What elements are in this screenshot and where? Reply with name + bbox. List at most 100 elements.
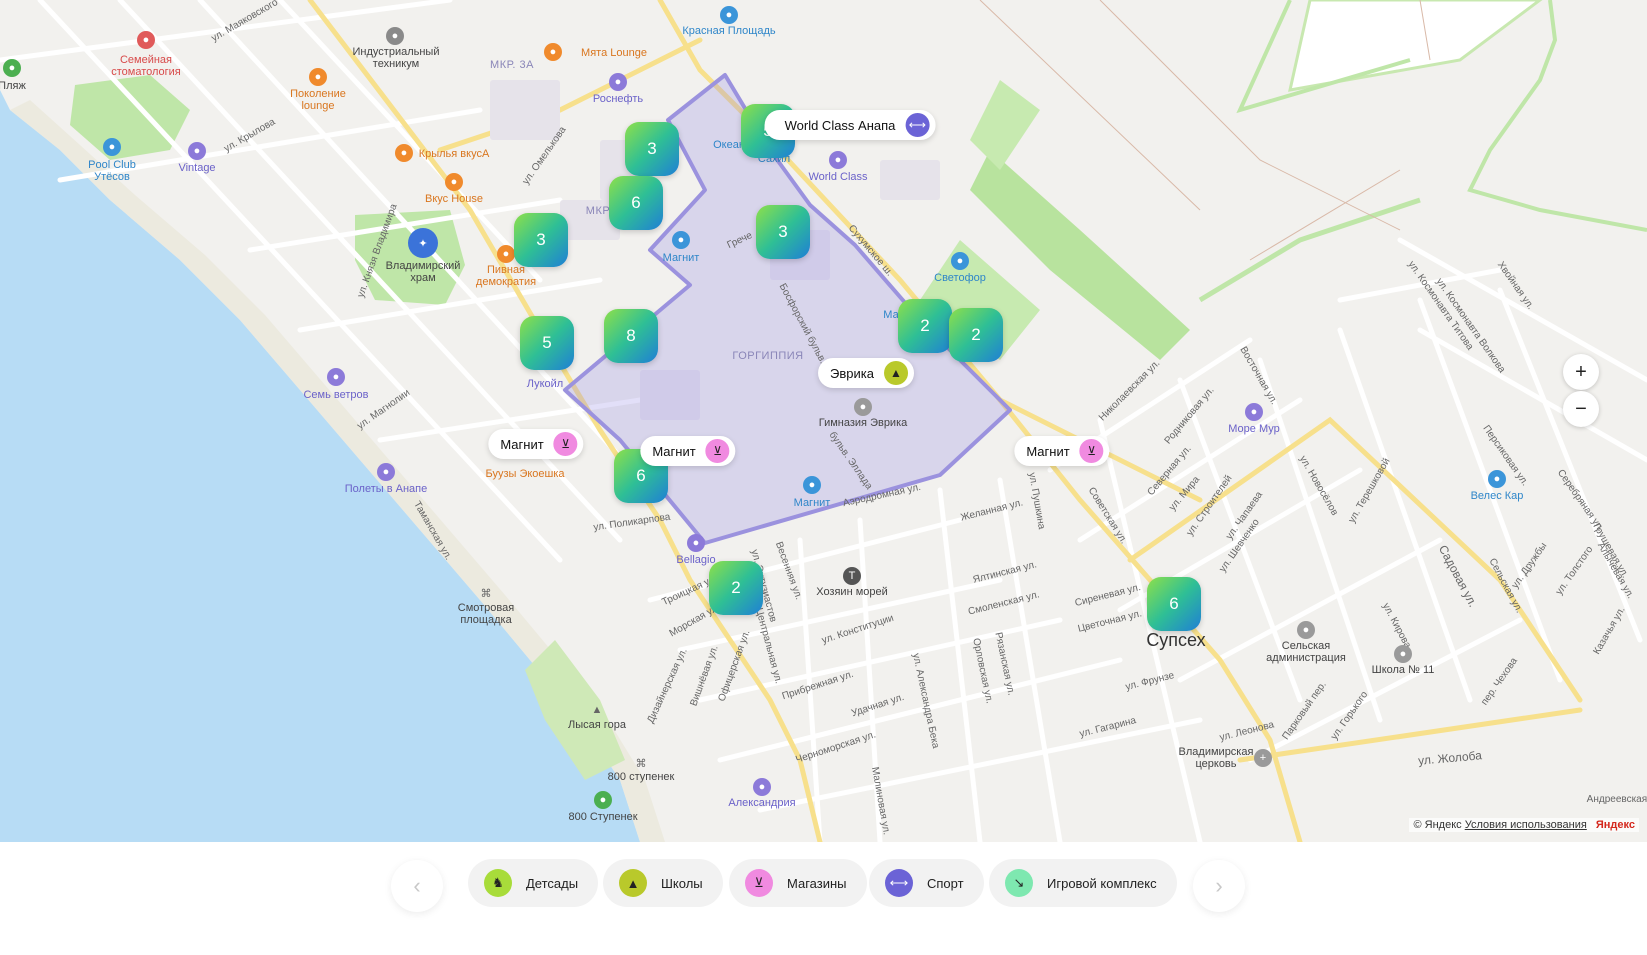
map-label: Светофор bbox=[934, 272, 986, 284]
map-label: 800 Ступенек bbox=[568, 811, 638, 823]
map-label: Магнит bbox=[662, 252, 700, 264]
cluster-marker[interactable]: 2 bbox=[898, 299, 952, 353]
poi-icon[interactable]: ● bbox=[327, 368, 345, 386]
cluster-marker[interactable]: 3 bbox=[514, 213, 568, 267]
dumbbell-icon[interactable]: ● bbox=[829, 151, 847, 169]
map-label: Vintage bbox=[178, 162, 216, 174]
school-icon[interactable]: ● bbox=[854, 398, 872, 416]
cluster-marker[interactable]: 2 bbox=[709, 561, 763, 615]
cluster-marker[interactable]: 3 bbox=[756, 205, 810, 259]
place-tag-magnit[interactable]: Магнит ⊻ bbox=[488, 429, 584, 459]
beach-icon[interactable]: ● bbox=[3, 59, 21, 77]
tool-icon[interactable]: T bbox=[843, 567, 861, 585]
street-label: Андреевская ул. bbox=[1586, 794, 1647, 805]
poi-icon[interactable]: ● bbox=[1245, 403, 1263, 421]
map-label: Владимирская церковь bbox=[1178, 746, 1254, 770]
zoom-in-button[interactable]: + bbox=[1563, 354, 1599, 390]
cluster-marker[interactable]: 8 bbox=[604, 309, 658, 363]
filter-chip-label: Школы bbox=[661, 875, 703, 891]
cluster-marker[interactable]: 3 bbox=[625, 122, 679, 176]
filter-chip-label: Детсады bbox=[526, 875, 579, 891]
map-label: Школа № 11 bbox=[1371, 664, 1435, 676]
poi-icon[interactable]: ● bbox=[1297, 621, 1315, 639]
poi-icon[interactable]: ● bbox=[309, 68, 327, 86]
basket-icon[interactable]: ● bbox=[803, 476, 821, 494]
cart-icon: ⊻ bbox=[553, 432, 578, 456]
cross-icon[interactable]: + bbox=[1254, 749, 1272, 767]
map[interactable]: Красная Площадь Мята Lounge Индустриальн… bbox=[0, 0, 1647, 842]
map-label: Лысая гора bbox=[568, 719, 626, 731]
poi-icon[interactable]: ● bbox=[103, 138, 121, 156]
poi-icon[interactable]: ● bbox=[377, 463, 395, 481]
place-tag-label: Магнит bbox=[1026, 443, 1070, 459]
poi-icon[interactable]: ● bbox=[1488, 470, 1506, 488]
dumbbell-icon: ⟷ bbox=[885, 869, 913, 897]
yandex-logo: Яндекс bbox=[1595, 819, 1635, 831]
poi-icon[interactable]: ● bbox=[497, 245, 515, 263]
place-tag-magnit[interactable]: Магнит ⊻ bbox=[640, 436, 736, 466]
map-label: Море Мур bbox=[1228, 423, 1280, 435]
cluster-marker[interactable]: 5 bbox=[520, 316, 574, 370]
poi-icon[interactable]: ● bbox=[594, 791, 612, 809]
dumbbell-icon: ⟷ bbox=[905, 113, 930, 137]
place-tag-world-class[interactable]: World Class Анапа ⟷ bbox=[764, 110, 936, 140]
filter-chip-shops[interactable]: ⊻ Магазины bbox=[729, 859, 867, 907]
poi-icon[interactable]: ● bbox=[544, 43, 562, 61]
binoculars-icon[interactable]: ⌘ bbox=[477, 584, 495, 602]
map-label: Смотровая площадка bbox=[457, 602, 515, 626]
poi-icon[interactable]: ● bbox=[1394, 645, 1412, 663]
map-label: Пляж bbox=[0, 80, 26, 92]
church-icon[interactable]: ✦ bbox=[408, 228, 438, 258]
poi-icon[interactable]: ● bbox=[386, 27, 404, 45]
map-label: Семь ветров bbox=[303, 389, 369, 401]
poi-icon[interactable]: ● bbox=[687, 534, 705, 552]
place-tag-evrika[interactable]: Эврика ▲ bbox=[818, 358, 914, 388]
basket-icon[interactable]: ● bbox=[951, 252, 969, 270]
cluster-marker[interactable]: 2 bbox=[949, 308, 1003, 362]
filter-chip-label: Спорт bbox=[927, 875, 964, 891]
map-label: Велес Кар bbox=[1470, 490, 1524, 502]
filter-chip-sport[interactable]: ⟷ Спорт bbox=[869, 859, 984, 907]
map-label: Pool Club Утёсов bbox=[88, 159, 136, 183]
zoom-out-button[interactable]: − bbox=[1563, 391, 1599, 427]
binoculars-icon[interactable]: ⌘ bbox=[632, 754, 650, 772]
map-copyright: © Яндекс Условия использования Яндекс bbox=[1409, 818, 1639, 832]
slide-icon: ↘ bbox=[1005, 869, 1033, 897]
terms-link[interactable]: Условия использования bbox=[1465, 819, 1587, 831]
poi-icon[interactable]: ● bbox=[188, 142, 206, 160]
map-label: Владимирский храм bbox=[385, 260, 461, 284]
place-tag-label: Магнит bbox=[500, 436, 544, 452]
rocking-horse-icon: ♞ bbox=[484, 869, 512, 897]
cluster-marker[interactable]: 6 bbox=[1147, 577, 1201, 631]
copyright-text: © Яндекс bbox=[1413, 819, 1462, 831]
filter-chip-playground[interactable]: ↘ Игровой комплекс bbox=[989, 859, 1177, 907]
mountain-icon[interactable]: ▲ bbox=[588, 701, 606, 719]
map-label: Роснефть bbox=[592, 93, 644, 105]
filter-chip-kindergartens[interactable]: ♞ Детсады bbox=[468, 859, 599, 907]
map-label: Полеты в Анапе bbox=[344, 483, 428, 495]
poi-icon[interactable]: ● bbox=[395, 144, 413, 162]
poi-icon[interactable]: ● bbox=[720, 6, 738, 24]
cart-icon: ⊻ bbox=[705, 439, 730, 463]
map-label: Поколение lounge bbox=[290, 88, 346, 112]
map-label: Хозяин морей bbox=[816, 586, 888, 598]
basket-icon[interactable]: ● bbox=[672, 231, 690, 249]
map-label: Семейная стоматология bbox=[111, 54, 181, 78]
next-arrow-button[interactable]: › bbox=[1193, 860, 1245, 912]
poi-icon[interactable]: ● bbox=[445, 173, 463, 191]
place-tag-magnit[interactable]: Магнит ⊻ bbox=[1014, 436, 1110, 466]
cluster-marker[interactable]: 6 bbox=[609, 176, 663, 230]
map-label: World Class bbox=[808, 171, 868, 183]
map-label: Магнит bbox=[793, 497, 831, 509]
map-label: 800 ступенек bbox=[607, 771, 675, 783]
poi-icon[interactable]: ● bbox=[137, 31, 155, 49]
filter-chip-schools[interactable]: ▲ Школы bbox=[603, 859, 723, 907]
poi-icon[interactable]: ● bbox=[609, 73, 627, 91]
place-tag-label: World Class Анапа bbox=[784, 117, 896, 133]
map-label: Индустриальный техникум bbox=[352, 46, 440, 70]
prev-arrow-button[interactable]: ‹ bbox=[391, 860, 443, 912]
poi-icon[interactable]: ● bbox=[753, 778, 771, 796]
place-tag-label: Эврика bbox=[830, 365, 874, 381]
map-label: Гимназия Эврика bbox=[818, 417, 908, 429]
filter-chip-label: Игровой комплекс bbox=[1047, 875, 1157, 891]
